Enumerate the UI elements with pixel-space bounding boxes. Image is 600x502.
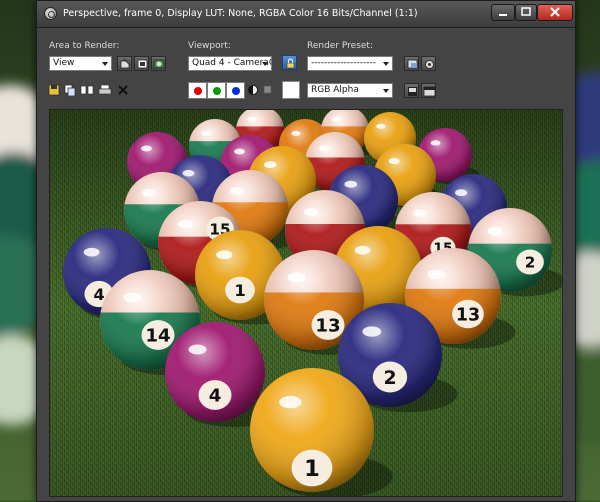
chevron-down-icon bbox=[102, 62, 108, 66]
render-setup-button[interactable] bbox=[151, 56, 166, 71]
green-channel-dot bbox=[213, 87, 221, 95]
close-button[interactable] bbox=[537, 4, 573, 21]
render-setup-icon bbox=[407, 59, 418, 69]
auto-region-icon bbox=[137, 59, 148, 69]
ball-number-label: 13 bbox=[456, 305, 480, 325]
area-to-render-value: View bbox=[53, 58, 75, 68]
alpha-channel-icon[interactable] bbox=[263, 85, 273, 95]
maximize-icon bbox=[521, 7, 531, 16]
close-icon bbox=[550, 7, 560, 17]
chevron-down-icon bbox=[383, 89, 389, 93]
render-preset-dropdown[interactable]: -------------------- bbox=[307, 56, 393, 71]
viewport-dropdown[interactable]: Quad 4 - Camera01 bbox=[188, 56, 272, 71]
red-channel-toggle[interactable] bbox=[188, 82, 207, 99]
ball-number-label: 1 bbox=[234, 281, 245, 300]
area-to-render-dropdown[interactable]: View bbox=[49, 56, 112, 71]
chevron-down-icon bbox=[262, 62, 268, 66]
green-channel-toggle[interactable] bbox=[207, 82, 226, 99]
swatch-color-box[interactable] bbox=[282, 81, 300, 99]
ball-number-label: 4 bbox=[209, 386, 222, 407]
clear-image-icon[interactable] bbox=[116, 83, 130, 97]
chevron-down-icon bbox=[383, 62, 389, 66]
display-icon bbox=[408, 87, 417, 96]
app-logo-icon[interactable] bbox=[44, 7, 57, 20]
print-image-icon[interactable] bbox=[98, 83, 112, 97]
environment-effects-button[interactable] bbox=[421, 56, 436, 71]
lock-viewport-button[interactable] bbox=[282, 55, 297, 70]
area-to-render-label: Area to Render: bbox=[49, 41, 120, 51]
teapot-icon bbox=[153, 59, 165, 69]
edit-region-button[interactable] bbox=[117, 56, 132, 71]
window-title: Perspective, frame 0, Display LUT: None,… bbox=[63, 8, 418, 19]
ball-number-label: 14 bbox=[145, 326, 170, 347]
edit-region-icon bbox=[120, 58, 131, 69]
minimize-button[interactable] bbox=[491, 4, 515, 21]
ball-number-label: 13 bbox=[315, 316, 340, 337]
render-setup-dialog-button[interactable] bbox=[404, 56, 419, 71]
toggle-ui-button[interactable] bbox=[421, 83, 436, 98]
blue-channel-dot bbox=[232, 87, 240, 95]
clone-window-icon[interactable] bbox=[80, 83, 94, 97]
channel-display-value: RGB Alpha bbox=[311, 85, 359, 95]
red-channel-dot bbox=[194, 87, 202, 95]
ball-number-label: 2 bbox=[525, 254, 536, 272]
channel-display-dropdown[interactable]: RGB Alpha bbox=[307, 83, 393, 98]
billiard-balls-render: 1515214131314241 bbox=[50, 110, 562, 496]
render-preset-value: -------------------- bbox=[311, 58, 376, 68]
toggle-ui-overlay-button[interactable] bbox=[404, 83, 419, 98]
auto-region-button[interactable] bbox=[134, 56, 149, 71]
maximize-button[interactable] bbox=[515, 4, 537, 21]
lock-icon bbox=[286, 58, 295, 69]
monochrome-toggle-icon[interactable] bbox=[247, 84, 259, 96]
ball-number-label: 4 bbox=[93, 285, 104, 304]
ball-number-label: 1 bbox=[304, 456, 320, 482]
rendered-frame-window: Perspective, frame 0, Display LUT: None,… bbox=[36, 0, 576, 502]
render-preset-label: Render Preset: bbox=[307, 41, 373, 51]
minimize-icon bbox=[499, 14, 507, 16]
viewport-label: Viewport: bbox=[188, 41, 231, 51]
title-bar[interactable]: Perspective, frame 0, Display LUT: None,… bbox=[37, 1, 575, 28]
blue-channel-toggle[interactable] bbox=[226, 82, 245, 99]
ball-number-label: 2 bbox=[383, 367, 396, 389]
copy-image-icon[interactable] bbox=[63, 83, 77, 97]
teapot-render-icon bbox=[425, 60, 434, 69]
rendered-image: 15 15 2 1 4 13 13 14 2 4 1 bbox=[49, 109, 563, 497]
viewport-value: Quad 4 - Camera01 bbox=[192, 58, 272, 68]
save-image-icon[interactable] bbox=[47, 83, 61, 97]
window-icon bbox=[423, 86, 436, 97]
